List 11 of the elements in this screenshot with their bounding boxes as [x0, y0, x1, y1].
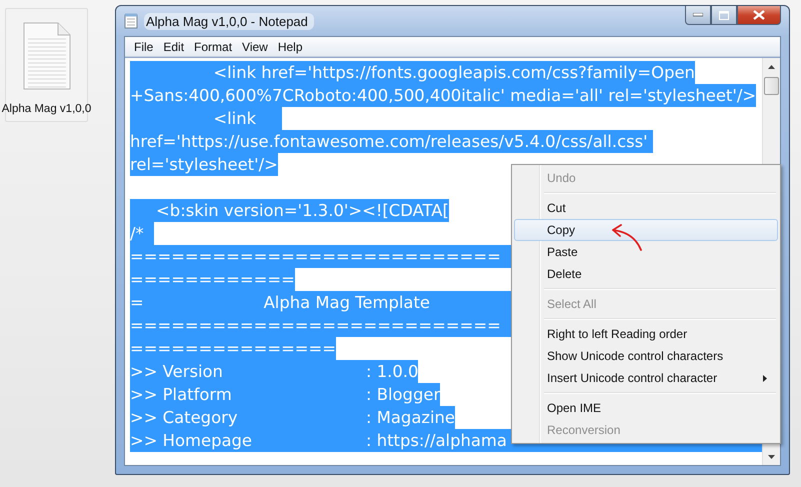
menu-item[interactable]: Copy: [514, 219, 778, 241]
menu-item[interactable]: Edit: [158, 40, 190, 54]
menu-item[interactable]: File: [129, 40, 158, 54]
menu-item[interactable]: Insert Unicode control character: [514, 367, 778, 389]
menu-item[interactable]: Cut: [514, 197, 778, 219]
menu-item[interactable]: View: [237, 40, 273, 54]
menu-item[interactable]: Help: [272, 40, 308, 54]
menu-item[interactable]: Open IME: [514, 397, 778, 419]
menu-item[interactable]: Show Unicode control characters: [514, 345, 778, 367]
window-title: Alpha Mag v1,0,0 - Notepad: [144, 12, 314, 30]
menu-item[interactable]: Format: [189, 40, 238, 54]
